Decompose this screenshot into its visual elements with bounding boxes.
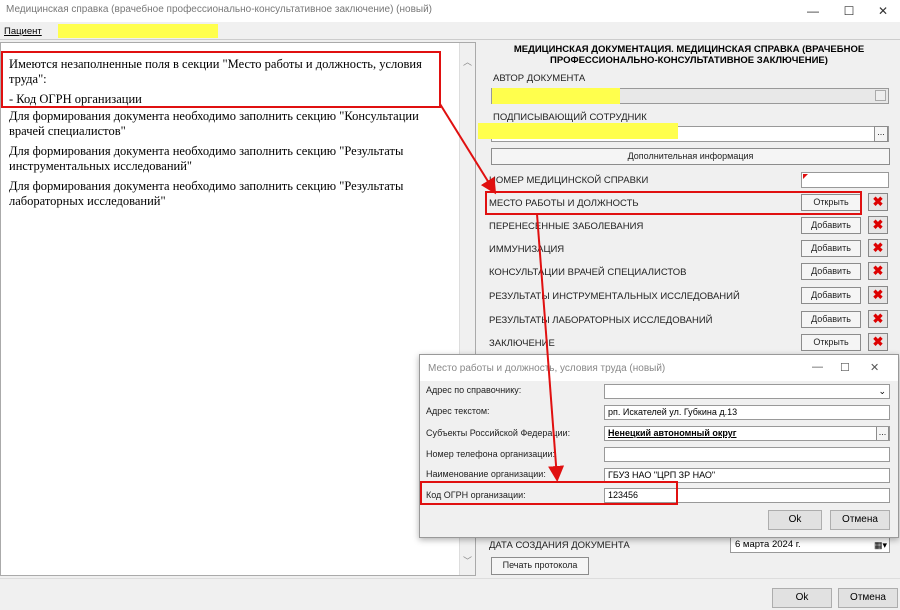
delete-icon[interactable]: ✖ xyxy=(868,286,888,304)
section-label: РЕЗУЛЬТАТЫ ЛАБОРАТОРНЫХ ИССЛЕДОВАНИЙ xyxy=(489,315,713,326)
footer-bar: Ok Отмена xyxy=(0,578,900,610)
section-label: ЗАКЛЮЧЕНИЕ xyxy=(489,338,555,349)
dialog-maximize-icon[interactable]: ☐ xyxy=(840,361,850,374)
chevron-down-icon[interactable]: ⌄ xyxy=(878,385,886,398)
created-date-label: ДАТА СОЗДАНИЯ ДОКУМЕНТА xyxy=(489,540,630,551)
delete-icon[interactable]: ✖ xyxy=(868,262,888,280)
cancel-button[interactable]: Отмена xyxy=(838,588,898,608)
phone-field[interactable] xyxy=(604,447,890,462)
address-ref-select[interactable]: ⌄ xyxy=(604,384,890,399)
cert-number-field[interactable] xyxy=(801,172,889,188)
maximize-icon[interactable]: ☐ xyxy=(832,0,866,22)
author-label: АВТОР ДОКУМЕНТА xyxy=(493,73,586,84)
section-action-button[interactable]: Добавить xyxy=(801,263,861,280)
region-value: Ненецкий автономный округ xyxy=(608,428,737,438)
section-row: ИММУНИЗАЦИЯ Добавить ✖ xyxy=(479,239,900,259)
patient-name-redacted xyxy=(58,24,218,38)
delete-icon[interactable]: ✖ xyxy=(868,333,888,351)
phone-label: Номер телефона организации: xyxy=(426,449,556,459)
signer-picker-button[interactable]: ... xyxy=(874,126,888,142)
section-row: ЗАКЛЮЧЕНИЕ Открыть ✖ xyxy=(479,333,900,353)
section-row: КОНСУЛЬТАЦИИ ВРАЧЕЙ СПЕЦИАЛИСТОВ Добавить… xyxy=(479,262,900,282)
address-text-label: Адрес текстом: xyxy=(426,406,490,416)
patient-label[interactable]: Пациент xyxy=(4,26,42,37)
section-label: КОНСУЛЬТАЦИИ ВРАЧЕЙ СПЕЦИАЛИСТОВ xyxy=(489,267,687,278)
validation-messages-panel: Имеются незаполненные поля в секции "Мес… xyxy=(0,42,476,576)
section-action-button[interactable]: Открыть xyxy=(801,194,861,211)
document-header: МЕДИЦИНСКАЯ ДОКУМЕНТАЦИЯ. МЕДИЦИНСКАЯ СП… xyxy=(513,44,865,66)
section-row: РЕЗУЛЬТАТЫ ИНСТРУМЕНТАЛЬНЫХ ИССЛЕДОВАНИЙ… xyxy=(479,286,900,306)
created-date-field[interactable]: 6 марта 2024 г. ▦▾ xyxy=(730,537,890,553)
dialog-titlebar: Место работы и должность, условия труда … xyxy=(420,355,898,381)
region-picker-button[interactable]: ... xyxy=(876,427,889,440)
dialog-title: Место работы и должность, условия труда … xyxy=(428,363,666,374)
calendar-dropdown-icon[interactable]: ▦▾ xyxy=(874,538,887,552)
region-field[interactable]: Ненецкий автономный округ ... xyxy=(604,426,890,441)
required-marker-icon xyxy=(803,174,808,179)
section-action-button[interactable]: Добавить xyxy=(801,311,861,328)
address-ref-label: Адрес по справочнику: xyxy=(426,385,522,395)
section-label: ИММУНИЗАЦИЯ xyxy=(489,244,565,255)
author-name-redacted xyxy=(492,88,620,104)
section-action-button[interactable]: Открыть xyxy=(801,334,861,351)
signer-field[interactable]: ... xyxy=(478,123,889,142)
close-icon[interactable]: ✕ xyxy=(866,0,900,22)
section-row: ПЕРЕНЕСЕННЫЕ ЗАБОЛЕВАНИЯ Добавить ✖ xyxy=(479,216,900,236)
section-row: МЕСТО РАБОТЫ И ДОЛЖНОСТЬ Открыть ✖ xyxy=(479,193,900,213)
delete-icon[interactable]: ✖ xyxy=(868,239,888,257)
section-action-button[interactable]: Добавить xyxy=(801,217,861,234)
message-consultations: Для формирования документа необходимо за… xyxy=(9,109,419,138)
delete-icon[interactable]: ✖ xyxy=(868,310,888,328)
dialog-minimize-icon[interactable]: — xyxy=(812,361,823,373)
dialog-ok-button[interactable]: Ok xyxy=(768,510,822,530)
annotation-box-ogrn xyxy=(420,481,678,505)
address-text-field[interactable]: рп. Искателей ул. Губкина д.13 xyxy=(604,405,890,420)
ok-button[interactable]: Ok xyxy=(772,588,832,608)
message-laboratory: Для формирования документа необходимо за… xyxy=(9,179,404,208)
patient-bar: Пациент xyxy=(0,22,900,40)
region-label: Субъекты Российской Федерации: xyxy=(426,428,571,438)
extra-info-button[interactable]: Дополнительная информация xyxy=(491,148,890,165)
delete-icon[interactable]: ✖ xyxy=(868,216,888,234)
section-label: РЕЗУЛЬТАТЫ ИНСТРУМЕНТАЛЬНЫХ ИССЛЕДОВАНИЙ xyxy=(489,291,740,302)
workplace-dialog: Место работы и должность, условия труда … xyxy=(419,354,899,538)
annotation-box-messages xyxy=(1,51,441,108)
print-protocol-button[interactable]: Печать протокола xyxy=(491,557,589,575)
section-label: ПЕРЕНЕСЕННЫЕ ЗАБОЛЕВАНИЯ xyxy=(489,221,644,232)
minimize-icon[interactable]: — xyxy=(796,0,830,22)
created-date-value: 6 марта 2024 г. xyxy=(735,539,801,550)
section-action-button[interactable]: Добавить xyxy=(801,240,861,257)
scroll-up-icon[interactable]: ︿ xyxy=(463,55,472,68)
section-row: РЕЗУЛЬТАТЫ ЛАБОРАТОРНЫХ ИССЛЕДОВАНИЙ Доба… xyxy=(479,310,900,330)
delete-icon[interactable]: ✖ xyxy=(868,193,888,211)
signer-label: ПОДПИСЫВАЮЩИЙ СОТРУДНИК xyxy=(493,112,647,123)
cert-number-label: НОМЕР МЕДИЦИНСКОЙ СПРАВКИ xyxy=(489,175,649,186)
section-action-button[interactable]: Добавить xyxy=(801,287,861,304)
window-title: Медицинская справка (врачебное профессио… xyxy=(6,4,433,15)
message-instrumental: Для формирования документа необходимо за… xyxy=(9,144,404,173)
org-name-label: Наименование организации: xyxy=(426,469,546,479)
window-titlebar: Медицинская справка (врачебное профессио… xyxy=(0,0,900,22)
section-label: МЕСТО РАБОТЫ И ДОЛЖНОСТЬ xyxy=(489,198,639,209)
scroll-down-icon[interactable]: ﹀ xyxy=(463,554,472,567)
author-picker-button[interactable] xyxy=(875,90,886,101)
dialog-cancel-button[interactable]: Отмена xyxy=(830,510,890,530)
signer-name-redacted xyxy=(478,123,678,139)
author-field[interactable] xyxy=(491,88,889,104)
dialog-close-icon[interactable]: ✕ xyxy=(870,361,879,374)
